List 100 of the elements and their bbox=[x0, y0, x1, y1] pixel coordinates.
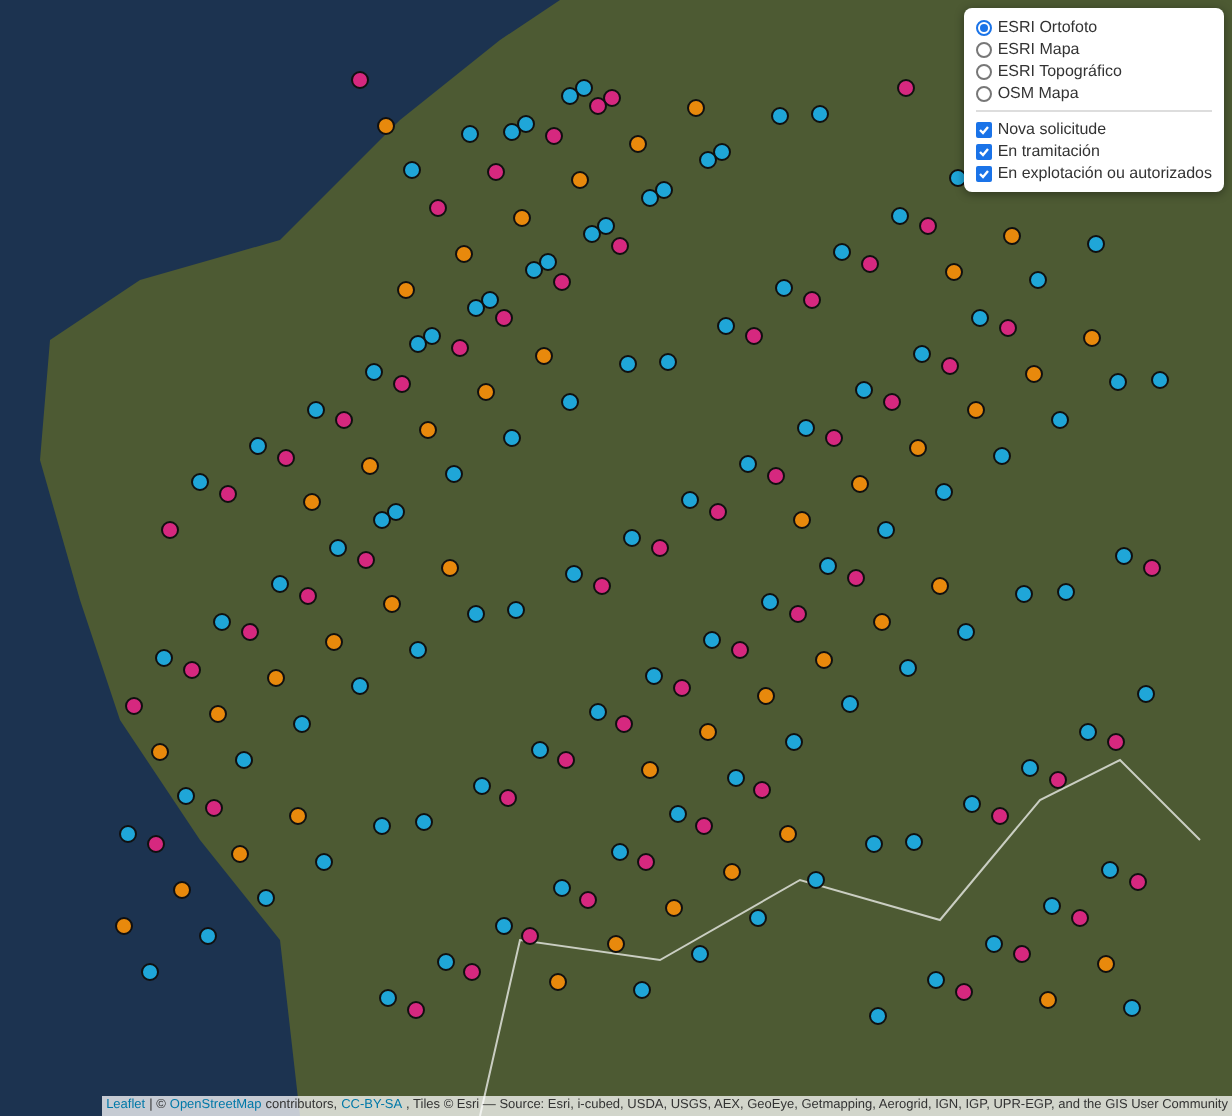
map-marker-icon[interactable] bbox=[1083, 329, 1101, 347]
base-layer-option[interactable]: OSM Mapa bbox=[975, 82, 1212, 104]
map-marker-icon[interactable] bbox=[531, 741, 549, 759]
map-marker-icon[interactable] bbox=[703, 631, 721, 649]
map-marker-icon[interactable] bbox=[553, 879, 571, 897]
map-marker-icon[interactable] bbox=[467, 605, 485, 623]
map-marker-icon[interactable] bbox=[873, 613, 891, 631]
map-marker-icon[interactable] bbox=[779, 825, 797, 843]
map-marker-icon[interactable] bbox=[1097, 955, 1115, 973]
map-marker-icon[interactable] bbox=[561, 87, 579, 105]
map-marker-icon[interactable] bbox=[589, 97, 607, 115]
map-marker-icon[interactable] bbox=[141, 963, 159, 981]
map-marker-icon[interactable] bbox=[651, 539, 669, 557]
map-marker-icon[interactable] bbox=[681, 491, 699, 509]
map-marker-icon[interactable] bbox=[789, 605, 807, 623]
map-marker-icon[interactable] bbox=[1029, 271, 1047, 289]
map-marker-icon[interactable] bbox=[565, 565, 583, 583]
map-marker-icon[interactable] bbox=[761, 593, 779, 611]
radio-button[interactable] bbox=[975, 63, 992, 79]
map-marker-icon[interactable] bbox=[357, 551, 375, 569]
map-marker-icon[interactable] bbox=[513, 209, 531, 227]
map-marker-icon[interactable] bbox=[699, 723, 717, 741]
map-marker-icon[interactable] bbox=[593, 577, 611, 595]
map-marker-icon[interactable] bbox=[611, 843, 629, 861]
map-marker-icon[interactable] bbox=[727, 769, 745, 787]
map-marker-icon[interactable] bbox=[909, 439, 927, 457]
map-marker-icon[interactable] bbox=[473, 777, 491, 795]
map-marker-icon[interactable] bbox=[161, 521, 179, 539]
map-marker-icon[interactable] bbox=[177, 787, 195, 805]
map-marker-icon[interactable] bbox=[967, 401, 985, 419]
map-marker-icon[interactable] bbox=[209, 705, 227, 723]
map-marker-icon[interactable] bbox=[535, 347, 553, 365]
map-marker-icon[interactable] bbox=[315, 853, 333, 871]
map-marker-icon[interactable] bbox=[775, 279, 793, 297]
map-marker-icon[interactable] bbox=[611, 237, 629, 255]
map-marker-icon[interactable] bbox=[841, 695, 859, 713]
map-marker-icon[interactable] bbox=[1143, 559, 1161, 577]
map-marker-icon[interactable] bbox=[645, 667, 663, 685]
map-marker-icon[interactable] bbox=[891, 207, 909, 225]
map-marker-icon[interactable] bbox=[589, 703, 607, 721]
map-marker-icon[interactable] bbox=[373, 511, 391, 529]
map-marker-icon[interactable] bbox=[803, 291, 821, 309]
checkbox[interactable] bbox=[975, 121, 992, 137]
map-marker-icon[interactable] bbox=[455, 245, 473, 263]
map-marker-icon[interactable] bbox=[1057, 583, 1075, 601]
map-marker-icon[interactable] bbox=[403, 161, 421, 179]
radio-button[interactable] bbox=[975, 85, 992, 101]
map-marker-icon[interactable] bbox=[615, 715, 633, 733]
map-marker-icon[interactable] bbox=[125, 697, 143, 715]
map-marker-icon[interactable] bbox=[299, 587, 317, 605]
map-marker-icon[interactable] bbox=[271, 575, 289, 593]
map-marker-icon[interactable] bbox=[869, 1007, 887, 1025]
map-marker-icon[interactable] bbox=[999, 319, 1017, 337]
map-marker-icon[interactable] bbox=[415, 813, 433, 831]
map-marker-icon[interactable] bbox=[971, 309, 989, 327]
map-marker-icon[interactable] bbox=[1003, 227, 1021, 245]
map-marker-icon[interactable] bbox=[905, 833, 923, 851]
map-marker-icon[interactable] bbox=[241, 623, 259, 641]
map-marker-icon[interactable] bbox=[641, 189, 659, 207]
map-marker-icon[interactable] bbox=[1025, 365, 1043, 383]
map-marker-icon[interactable] bbox=[815, 651, 833, 669]
map-marker-icon[interactable] bbox=[183, 661, 201, 679]
map-marker-icon[interactable] bbox=[429, 199, 447, 217]
map-marker-icon[interactable] bbox=[409, 335, 427, 353]
map-marker-icon[interactable] bbox=[641, 761, 659, 779]
map-marker-icon[interactable] bbox=[561, 393, 579, 411]
overlay-option[interactable]: Nova solicitude bbox=[975, 118, 1212, 140]
map-marker-icon[interactable] bbox=[1039, 991, 1057, 1009]
map-marker-icon[interactable] bbox=[115, 917, 133, 935]
map-marker-icon[interactable] bbox=[1107, 733, 1125, 751]
map-marker-icon[interactable] bbox=[877, 521, 895, 539]
map-marker-icon[interactable] bbox=[753, 781, 771, 799]
map-marker-icon[interactable] bbox=[487, 163, 505, 181]
map-marker-icon[interactable] bbox=[1123, 999, 1141, 1017]
map-marker-icon[interactable] bbox=[807, 871, 825, 889]
map-marker-icon[interactable] bbox=[745, 327, 763, 345]
map-marker-icon[interactable] bbox=[623, 529, 641, 547]
map-marker-icon[interactable] bbox=[155, 649, 173, 667]
map-marker-icon[interactable] bbox=[503, 429, 521, 447]
map-marker-icon[interactable] bbox=[467, 299, 485, 317]
map-marker-icon[interactable] bbox=[797, 419, 815, 437]
map-marker-icon[interactable] bbox=[477, 383, 495, 401]
map-marker-icon[interactable] bbox=[985, 935, 1003, 953]
map-marker-icon[interactable] bbox=[1087, 235, 1105, 253]
map-marker-icon[interactable] bbox=[407, 1001, 425, 1019]
map-marker-icon[interactable] bbox=[119, 825, 137, 843]
map-marker-icon[interactable] bbox=[329, 539, 347, 557]
map-marker-icon[interactable] bbox=[941, 357, 959, 375]
map-marker-icon[interactable] bbox=[571, 171, 589, 189]
map-marker-icon[interactable] bbox=[1109, 373, 1127, 391]
map-marker-icon[interactable] bbox=[445, 465, 463, 483]
map-marker-icon[interactable] bbox=[825, 429, 843, 447]
map-marker-icon[interactable] bbox=[549, 973, 567, 991]
map-marker-icon[interactable] bbox=[303, 493, 321, 511]
map-marker-icon[interactable] bbox=[351, 71, 369, 89]
map-marker-icon[interactable] bbox=[1129, 873, 1147, 891]
map-marker-icon[interactable] bbox=[851, 475, 869, 493]
map-marker-icon[interactable] bbox=[883, 393, 901, 411]
map-marker-icon[interactable] bbox=[1137, 685, 1155, 703]
map-marker-icon[interactable] bbox=[897, 79, 915, 97]
